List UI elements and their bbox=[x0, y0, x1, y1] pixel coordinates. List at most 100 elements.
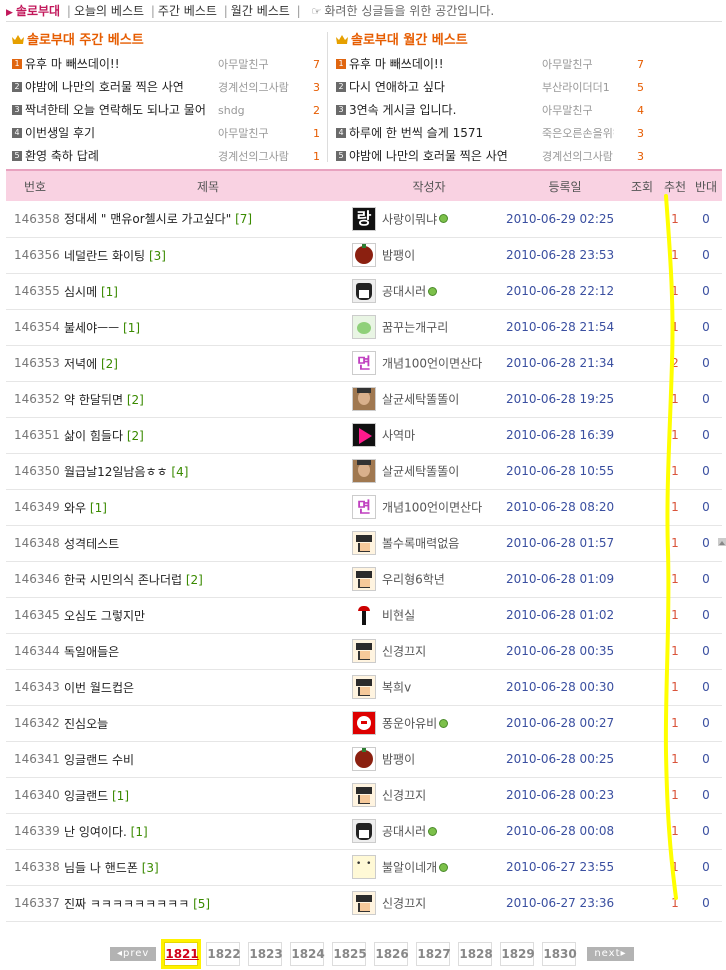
avatar[interactable] bbox=[352, 531, 376, 555]
post-title-link[interactable]: 네덜란드 화이팅 bbox=[64, 249, 145, 263]
avatar[interactable] bbox=[352, 639, 376, 663]
nav-link-today-best[interactable]: 오늘의 베스트 bbox=[74, 4, 144, 18]
best-item-title[interactable]: 다시 연애하고 싶다 bbox=[349, 76, 539, 99]
board-brand-link[interactable]: 솔로부대 bbox=[16, 4, 60, 18]
page-number-link[interactable]: 1824 bbox=[290, 942, 325, 966]
post-title-link[interactable]: 님들 나 핸드폰 bbox=[64, 861, 138, 875]
nav-link-monthly-best[interactable]: 월간 베스트 bbox=[231, 4, 290, 18]
post-title-link[interactable]: 정대세 " 맨유or첼시로 가고싶다" bbox=[64, 212, 231, 226]
author-name[interactable]: 불알이네개 bbox=[382, 861, 437, 875]
comment-count[interactable]: [5] bbox=[193, 897, 210, 911]
comment-count[interactable]: [4] bbox=[171, 465, 188, 479]
best-item[interactable]: 4하루에 한 번씩 슬게 1571죽은오른손을위해 3 bbox=[336, 122, 652, 145]
avatar[interactable] bbox=[352, 819, 376, 843]
comment-count[interactable]: [1] bbox=[131, 825, 148, 839]
next-page-button[interactable]: next▸ bbox=[587, 947, 634, 961]
author-name[interactable]: 살균세탁똘똘이 bbox=[382, 465, 459, 479]
post-title-link[interactable]: 와우 bbox=[64, 501, 86, 515]
post-title-link[interactable]: 잉글랜드 수비 bbox=[64, 753, 134, 767]
avatar[interactable] bbox=[352, 891, 376, 915]
author-name[interactable]: 퐁운아유비 bbox=[382, 717, 437, 731]
best-item-title[interactable]: 유후 마 빼쓰데이!! bbox=[349, 53, 539, 76]
best-item-title[interactable]: 야밤에 나만의 호러물 찍은 사연 bbox=[349, 145, 539, 168]
post-title-link[interactable]: 약 한달뒤면 bbox=[64, 393, 123, 407]
avatar[interactable] bbox=[352, 747, 376, 771]
best-item[interactable]: 2 야밤에 나만의 호러물 찍은 사연 경계선의그사람 3 bbox=[12, 76, 328, 99]
post-title-link[interactable]: 난 잉여이다. bbox=[64, 825, 127, 839]
comment-count[interactable]: [1] bbox=[90, 501, 107, 515]
author-name[interactable]: 꿈꾸는개구리 bbox=[382, 321, 448, 335]
avatar[interactable]: 면 bbox=[352, 351, 376, 375]
author-name[interactable]: 신경끄지 bbox=[382, 645, 426, 659]
post-title-link[interactable]: 이번 월드컵은 bbox=[64, 681, 134, 695]
best-item-title[interactable]: 야밤에 나만의 호러물 찍은 사연 bbox=[25, 76, 215, 99]
avatar[interactable]: 면 bbox=[352, 495, 376, 519]
page-number-link[interactable]: 1828 bbox=[458, 942, 493, 966]
best-item-title[interactable]: 유후 마 빼쓰데이!! bbox=[25, 53, 215, 76]
avatar[interactable] bbox=[352, 711, 376, 735]
author-name[interactable]: 볼수록매력없음 bbox=[382, 537, 459, 551]
avatar[interactable] bbox=[352, 459, 376, 483]
best-item-title[interactable]: 3연속 게시글 입니다. bbox=[349, 99, 539, 122]
best-item[interactable]: 2 다시 연애하고 싶다 부산라이더더1 5 bbox=[336, 76, 652, 99]
best-item[interactable]: 5 환영 축하 답례 경계선의그사람 1 bbox=[12, 145, 328, 168]
post-title-link[interactable]: 삶이 힘들다 bbox=[64, 429, 123, 443]
comment-count[interactable]: [1] bbox=[123, 321, 140, 335]
page-number-link[interactable]: 1830 bbox=[542, 942, 577, 966]
comment-count[interactable]: [2] bbox=[101, 357, 118, 371]
post-title-link[interactable]: 저녁에 bbox=[64, 357, 97, 371]
best-item[interactable]: 4 이번생일 후기 아무말친구 1 bbox=[12, 122, 328, 145]
author-name[interactable]: 비현실 bbox=[382, 609, 415, 623]
author-name[interactable]: 신경끄지 bbox=[382, 789, 426, 803]
page-number-link[interactable]: 1829 bbox=[500, 942, 535, 966]
post-title-link[interactable]: 월급날12일남음ㅎㅎ bbox=[64, 465, 168, 479]
post-title-link[interactable]: 한국 시민의식 존나더럽 bbox=[64, 573, 182, 587]
comment-count[interactable]: [3] bbox=[149, 249, 166, 263]
best-item[interactable]: 3 짝녀한테 오늘 연락해도 되나고 물어 shdg 2 bbox=[12, 99, 328, 122]
author-name[interactable]: 우리형6학년 bbox=[382, 573, 445, 587]
avatar[interactable] bbox=[352, 279, 376, 303]
comment-count[interactable]: [2] bbox=[127, 393, 144, 407]
comment-count[interactable]: [3] bbox=[142, 861, 159, 875]
post-title-link[interactable]: 독일애들은 bbox=[64, 645, 119, 659]
post-title-link[interactable]: 성격테스트 bbox=[64, 537, 119, 551]
comment-count[interactable]: [7] bbox=[235, 212, 252, 226]
author-name[interactable]: 밤팽이 bbox=[382, 249, 415, 263]
avatar[interactable] bbox=[352, 675, 376, 699]
avatar[interactable] bbox=[352, 243, 376, 267]
post-title-link[interactable]: 오심도 그렇지만 bbox=[64, 609, 145, 623]
comment-count[interactable]: [2] bbox=[127, 429, 144, 443]
best-item[interactable]: 1 유후 마 빼쓰데이!! 아무말친구 7 bbox=[12, 53, 328, 76]
author-name[interactable]: 공대시러 bbox=[382, 825, 426, 839]
avatar[interactable]: 랑 bbox=[352, 206, 376, 231]
avatar[interactable] bbox=[352, 423, 376, 447]
best-item[interactable]: 1 유후 마 빼쓰데이!! 아무말친구 7 bbox=[336, 53, 652, 76]
best-item[interactable]: 5 야밤에 나만의 호러물 찍은 사연 경계선의그사람 3 bbox=[336, 145, 652, 168]
comment-count[interactable]: [1] bbox=[101, 285, 118, 299]
avatar[interactable] bbox=[352, 603, 376, 627]
best-item-title[interactable]: 짝녀한테 오늘 연락해도 되나고 물어 bbox=[25, 99, 215, 122]
comment-count[interactable]: [2] bbox=[186, 573, 203, 587]
author-name[interactable]: 밤팽이 bbox=[382, 753, 415, 767]
best-item[interactable]: 3 3연속 게시글 입니다. 아무말친구 4 bbox=[336, 99, 652, 122]
author-name[interactable]: 공대시러 bbox=[382, 285, 426, 299]
author-name[interactable]: 살균세탁똘똘이 bbox=[382, 393, 459, 407]
prev-page-button[interactable]: ◂prev bbox=[110, 947, 157, 961]
post-title-link[interactable]: 심시메 bbox=[64, 285, 97, 299]
best-item-title[interactable]: 하루에 한 번씩 슬게 1571 bbox=[349, 122, 539, 145]
best-item-title[interactable]: 이번생일 후기 bbox=[25, 122, 215, 145]
page-number-link[interactable]: 1826 bbox=[374, 942, 409, 966]
author-name[interactable]: 신경끄지 bbox=[382, 897, 426, 911]
author-name[interactable]: 복희v bbox=[382, 681, 411, 695]
avatar[interactable] bbox=[352, 315, 376, 339]
current-page-number[interactable]: 1821 bbox=[164, 942, 199, 966]
page-number-link[interactable]: 1822 bbox=[206, 942, 241, 966]
post-title-link[interactable]: 진짜 ㅋㅋㅋㅋㅋㅋㅋㅋㅋ bbox=[64, 897, 189, 911]
author-name[interactable]: 개념100언이면산다 bbox=[382, 357, 482, 371]
page-number-link[interactable]: 1823 bbox=[248, 942, 283, 966]
avatar[interactable] bbox=[352, 855, 376, 879]
comment-count[interactable]: [1] bbox=[112, 789, 129, 803]
avatar[interactable] bbox=[352, 567, 376, 591]
post-title-link[interactable]: 진심오늘 bbox=[64, 717, 108, 731]
author-name[interactable]: 개념100언이면산다 bbox=[382, 501, 482, 515]
